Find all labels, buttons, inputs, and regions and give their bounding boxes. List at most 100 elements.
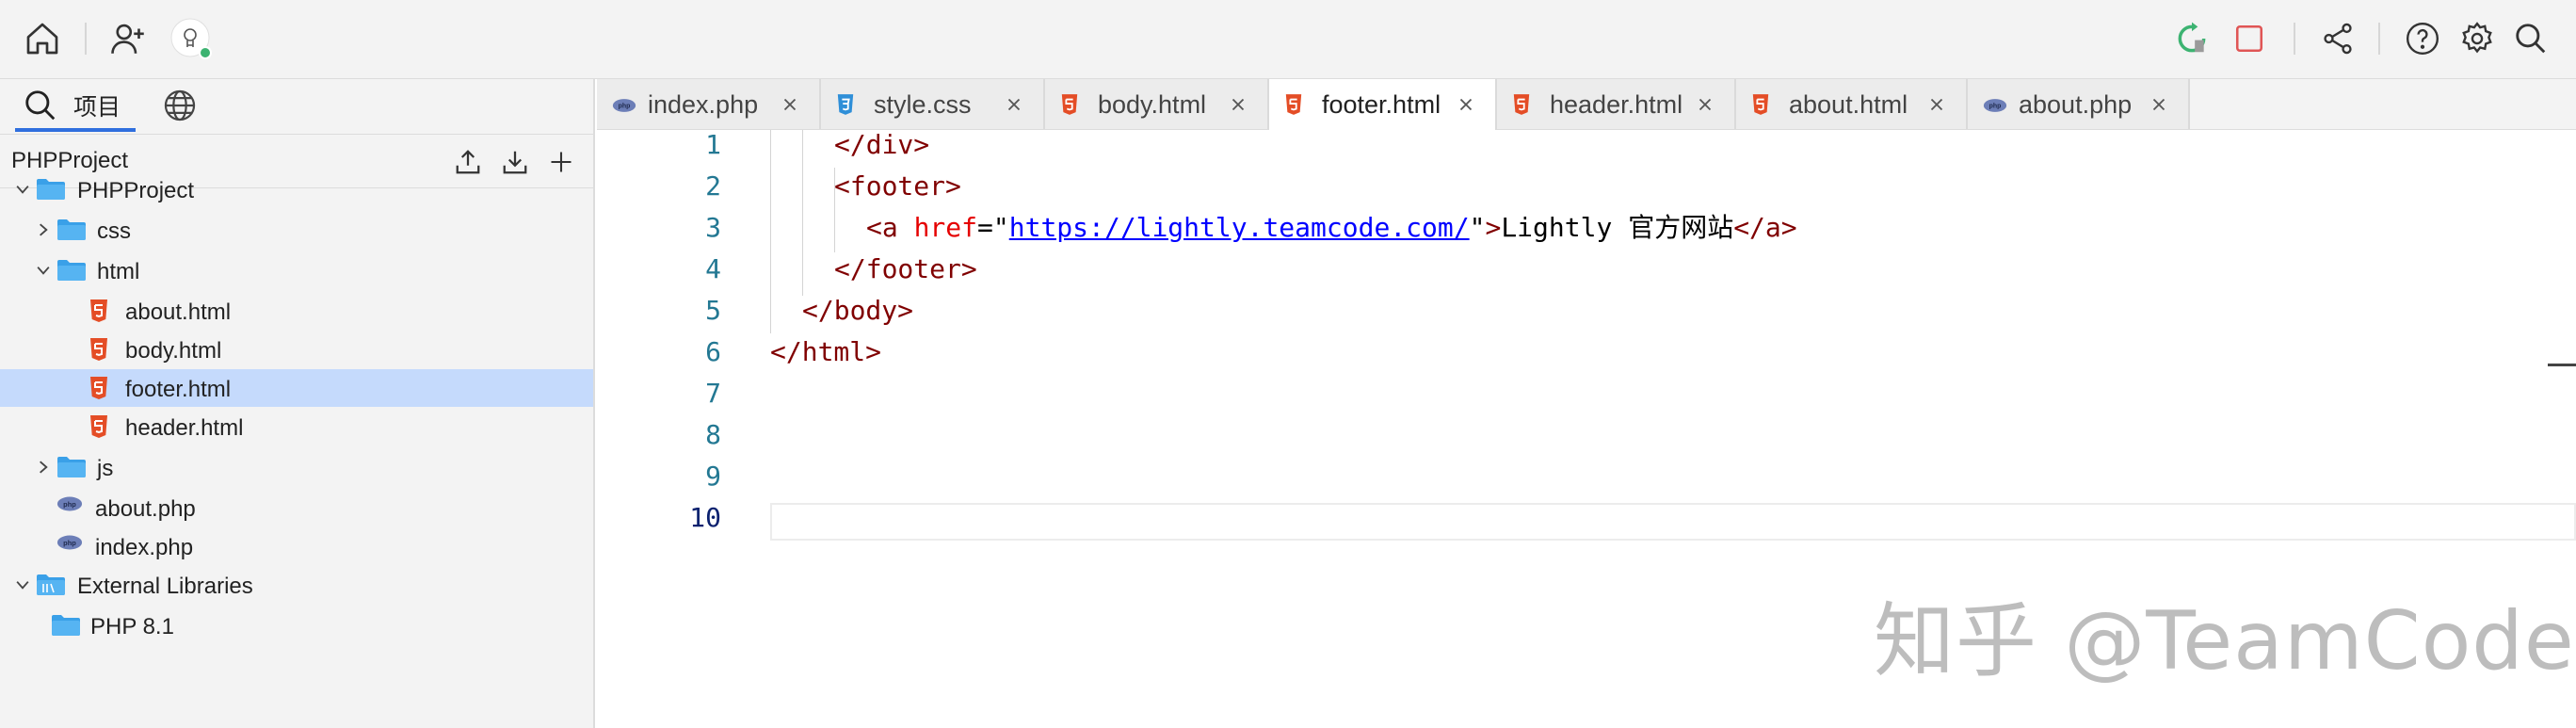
svg-text:php: php: [1989, 104, 2002, 110]
html-file-icon: [1060, 93, 1079, 116]
tree-item-index-php[interactable]: php index.php: [0, 527, 593, 565]
code-line: </html>: [770, 332, 881, 373]
tree-item-footer-html[interactable]: footer.html: [0, 369, 593, 407]
tab-label: about.html: [1789, 90, 1908, 119]
code-token-tag: </body>: [802, 295, 914, 326]
php-file-icon: php: [56, 534, 83, 551]
toolbar-divider: [2378, 23, 2380, 55]
tab-style-css[interactable]: style.css: [821, 79, 1045, 129]
close-icon[interactable]: [1926, 94, 1947, 115]
help-icon[interactable]: [2401, 17, 2444, 60]
html-file-icon: [89, 414, 109, 439]
code-line: </footer>: [834, 249, 977, 290]
tree-item-about-php[interactable]: php about.php: [0, 489, 593, 526]
tree-item-php-8-1[interactable]: PHP 8.1: [0, 607, 593, 644]
tree-item-label: body.html: [125, 338, 222, 364]
code-token-tag: </footer>: [834, 253, 977, 284]
tree-item-label: PHP 8.1: [90, 614, 174, 639]
chevron-right-icon[interactable]: [34, 458, 53, 477]
chevron-down-icon[interactable]: [34, 261, 53, 280]
svg-text:php: php: [619, 104, 631, 110]
stop-icon[interactable]: [2228, 17, 2271, 60]
css-file-icon: [836, 93, 855, 116]
tab-label: style.css: [874, 90, 972, 119]
tree-item-header-html[interactable]: header.html: [0, 408, 593, 445]
code-line: </body>: [802, 290, 913, 332]
html-file-icon: [1751, 93, 1770, 116]
code-token-str[interactable]: https://lightly.teamcode.com/: [1009, 212, 1470, 243]
code-token-plain: ": [1469, 212, 1486, 243]
line-number: 10: [689, 502, 721, 533]
close-icon[interactable]: [1456, 94, 1476, 115]
tree-item-about-html[interactable]: about.html: [0, 292, 593, 330]
close-icon[interactable]: [1228, 94, 1248, 115]
tree-item-html[interactable]: html: [0, 251, 593, 289]
add-user-icon[interactable]: [107, 17, 151, 60]
code-token-plain: Lightly 官方网站: [1501, 212, 1734, 243]
php-file-icon: php: [612, 98, 636, 113]
tab-body-html[interactable]: body.html: [1045, 79, 1269, 129]
settings-icon[interactable]: [2455, 17, 2499, 60]
svg-text:php: php: [63, 500, 76, 509]
tab-about-html[interactable]: about.html: [1736, 79, 1968, 129]
watermark: 知乎 @TeamCode: [1874, 594, 2575, 688]
tree-item-js[interactable]: js: [0, 448, 593, 486]
chevron-down-icon[interactable]: [13, 180, 32, 199]
avatar[interactable]: [169, 17, 213, 60]
indent-guide: [770, 130, 771, 333]
top-toolbar: [0, 0, 2576, 79]
tree-item-phpproject[interactable]: PHPProject: [0, 170, 593, 208]
globe-icon: [162, 88, 198, 123]
folder-icon: [56, 218, 87, 242]
tree-item-label: header.html: [125, 415, 244, 441]
tab-footer-html[interactable]: footer.html: [1269, 79, 1497, 130]
tree-item-body-html[interactable]: body.html: [0, 331, 593, 368]
html-file-icon: [1512, 93, 1531, 116]
tab-project[interactable]: 项目: [23, 87, 121, 124]
scrollbar-marker[interactable]: [2548, 364, 2576, 366]
folder-icon: [51, 613, 81, 638]
html-file-icon: [1284, 93, 1303, 116]
tab-index-php[interactable]: php index.php: [597, 79, 821, 129]
chevron-right-icon[interactable]: [34, 220, 53, 239]
tab-web[interactable]: [162, 87, 198, 124]
line-number: 8: [705, 419, 721, 450]
tree-item-label: footer.html: [125, 377, 232, 402]
tree-item-label: about.php: [95, 496, 196, 522]
code-token-tag: <a: [866, 212, 914, 243]
code-token-tag: <footer>: [834, 170, 961, 202]
chevron-down-icon[interactable]: [13, 575, 32, 594]
editor-tab-bar: php index.php style.css body.html footer.htm…: [597, 79, 2576, 130]
code-token-plain: =": [977, 212, 1009, 243]
tab-label: body.html: [1098, 90, 1207, 119]
line-number: 9: [705, 461, 721, 492]
indent-guide: [802, 130, 803, 296]
active-tab-indicator: [15, 128, 136, 132]
html-file-icon: [89, 376, 109, 400]
close-icon[interactable]: [2149, 94, 2169, 115]
tree-item-label: js: [97, 456, 114, 481]
tab-project-label: 项目: [73, 94, 121, 121]
html-file-icon: [89, 337, 109, 362]
share-icon[interactable]: [2316, 17, 2359, 60]
library-folder-icon: [36, 573, 66, 597]
code-line: <a href="https://lightly.teamcode.com/">…: [866, 207, 1797, 249]
tree-item-label: html: [97, 259, 140, 284]
tab-header-html[interactable]: header.html: [1497, 79, 1736, 129]
svg-text:php: php: [63, 539, 76, 547]
home-icon[interactable]: [21, 17, 64, 60]
tree-item-css[interactable]: css: [0, 211, 593, 249]
line-number: 7: [705, 378, 721, 409]
tab-label: index.php: [648, 90, 759, 119]
search-icon[interactable]: [2509, 17, 2552, 60]
project-sidebar: 项目 PHPProject PHPProject css html about.htm…: [0, 79, 595, 728]
tree-item-external-libraries[interactable]: External Libraries: [0, 566, 593, 604]
run-refresh-icon[interactable]: [2170, 17, 2214, 60]
tab-about-php[interactable]: php about.php: [1968, 79, 2190, 129]
close-icon[interactable]: [1004, 94, 1024, 115]
close-icon[interactable]: [780, 94, 800, 115]
code-line: <footer>: [834, 166, 961, 207]
close-icon[interactable]: [1695, 94, 1715, 115]
folder-icon: [56, 455, 87, 479]
tab-label: footer.html: [1322, 90, 1441, 119]
